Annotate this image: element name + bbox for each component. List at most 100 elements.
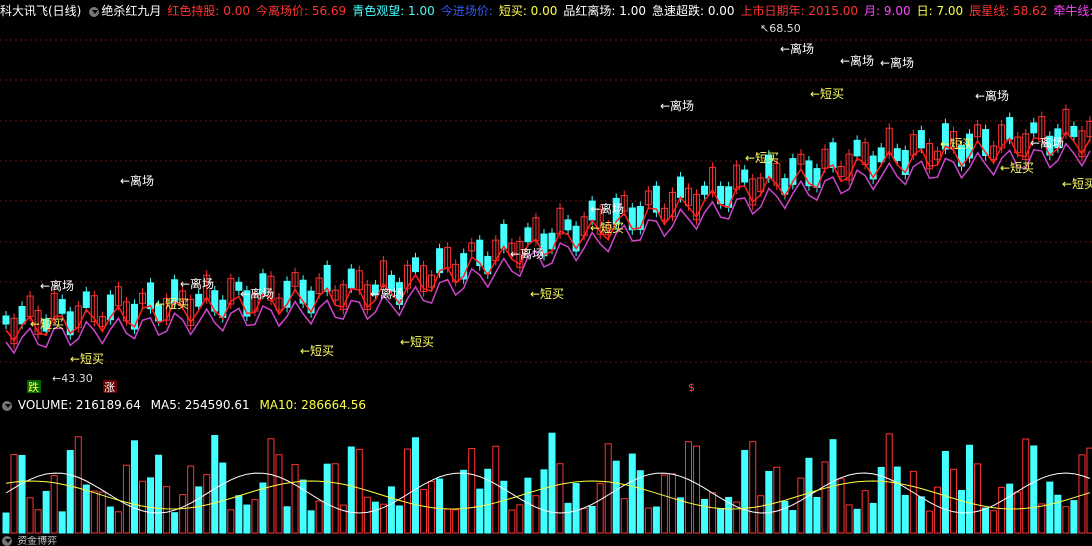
candle [741,169,749,183]
candle [1070,125,1078,137]
candle [1006,117,1014,140]
volume-bar [163,486,171,534]
bottom-settings-icon[interactable] [2,536,12,546]
candle [58,299,66,314]
volume-bar [476,488,484,534]
volume-bar [412,437,419,534]
volume-bar [861,490,869,534]
volume-bar [1078,454,1086,534]
signal-leave-label: ←离场 [780,41,814,56]
volume-bar [998,486,1006,534]
volume-bar [10,454,18,534]
volume-bar [235,495,243,534]
volume-bar [652,506,660,534]
volume-bar [958,489,965,534]
high-price-label: ↖68.50 [760,22,801,35]
volume-bar [941,451,949,534]
signal-buy-label: ←短买 [400,335,434,349]
candle [18,306,26,325]
signal-leave-label: ←离场 [510,246,544,261]
candle [147,282,155,310]
header-field: 牵牛线: 60 [1053,4,1092,18]
candle [676,176,684,198]
volume-bar [741,449,749,534]
volume-bar [821,461,829,534]
header-field: 月: 9.00 [864,4,911,18]
header-field: 上市日期年: 2015.00 [740,4,859,18]
signal-leave-label: ←离场 [590,201,624,216]
bottom-indicator-bar: 资金博弈 [0,536,1092,546]
signal-buy-label: ←短买 [940,137,974,151]
volume-bar [572,483,580,534]
stock-title: 科大讯飞(日线) [0,4,82,18]
volume-bar [243,504,251,534]
signal-buy-label: ←短买 [1062,177,1092,191]
volume-bar [717,507,725,534]
volume-bar [620,498,628,534]
volume-ma10: MA10: 286664.56 [259,398,367,412]
volume-bar [564,502,572,534]
volume-bar [540,469,548,534]
volume-bar [709,492,717,534]
volume-bar [982,507,990,534]
volume-bar [130,440,138,534]
indicator-header: 科大讯飞(日线) 绝杀红九月 红色持股: 0.00 今离场价: 56.69 青色观望: … [0,2,1092,20]
signal-buy-label: ←短买 [530,287,564,301]
settings-gear-icon[interactable] [89,6,100,17]
candle [701,185,709,195]
volume-label: VOLUME: 216189.64 [17,398,141,412]
signal-buy-label: ←短买 [1000,161,1034,175]
volume-bar [371,501,379,534]
header-field: 红色持股: 0.00 [167,4,250,18]
candle [893,148,901,161]
volume-bar [155,454,163,534]
volume-bar [516,504,524,534]
volume-bar [98,491,106,534]
volume-bar [147,477,155,534]
marker-die: 跌 [28,380,39,394]
volume-bar [685,441,692,534]
volume-bar [114,511,122,534]
volume-chart[interactable] [0,413,1092,535]
volume-ma5-line [5,472,1091,514]
indicator-name[interactable]: 绝杀红九月 [101,4,161,18]
volume-bar [452,509,460,534]
ma-line-pink [5,142,1091,355]
candle [195,293,203,307]
candle [1030,122,1038,134]
signal-buy-label: ←短买 [70,352,104,366]
candle [347,268,355,289]
signal-leave-label: ←离场 [660,98,694,113]
volume-ma5: MA5: 254590.61 [150,398,250,412]
volume-bar [460,469,468,534]
volume-header: VOLUME: 216189.64 MA5: 254590.61 MA10: 2… [0,397,1092,413]
price-chart[interactable]: ←离场 ←离场 ←离场 ←离场 ←离场 ←离场 ←离场 ←离场 ←离场 ←离场 ←离场 ←离场 ←离场 ←… [0,20,1092,395]
volume-settings-icon[interactable] [2,400,12,411]
volume-bar [90,490,98,534]
volume-bar [259,482,267,534]
volume-bar [26,497,34,534]
candle [829,142,837,168]
signal-buy-label: ←短买 [810,87,844,101]
volume-bar [676,497,684,534]
volume-bar [628,453,636,534]
volume-bar [837,478,845,534]
volume-bar [323,463,331,534]
volume-bar [50,475,58,534]
volume-bar [227,509,235,534]
volume-bar [612,460,620,534]
candle [564,219,572,231]
volume-bar [925,510,933,534]
volume-bar [363,496,371,534]
volume-bar [917,496,925,534]
volume-bar [203,474,211,534]
volume-bar [403,448,411,534]
volume-bar [283,506,291,534]
signal-leave-label: ←离场 [880,55,914,70]
volume-bar [18,454,26,534]
volume-bar [122,464,130,534]
volume-bar [845,504,853,534]
volume-bar [789,510,797,534]
volume-bar [765,470,773,534]
volume-bar [347,446,355,534]
